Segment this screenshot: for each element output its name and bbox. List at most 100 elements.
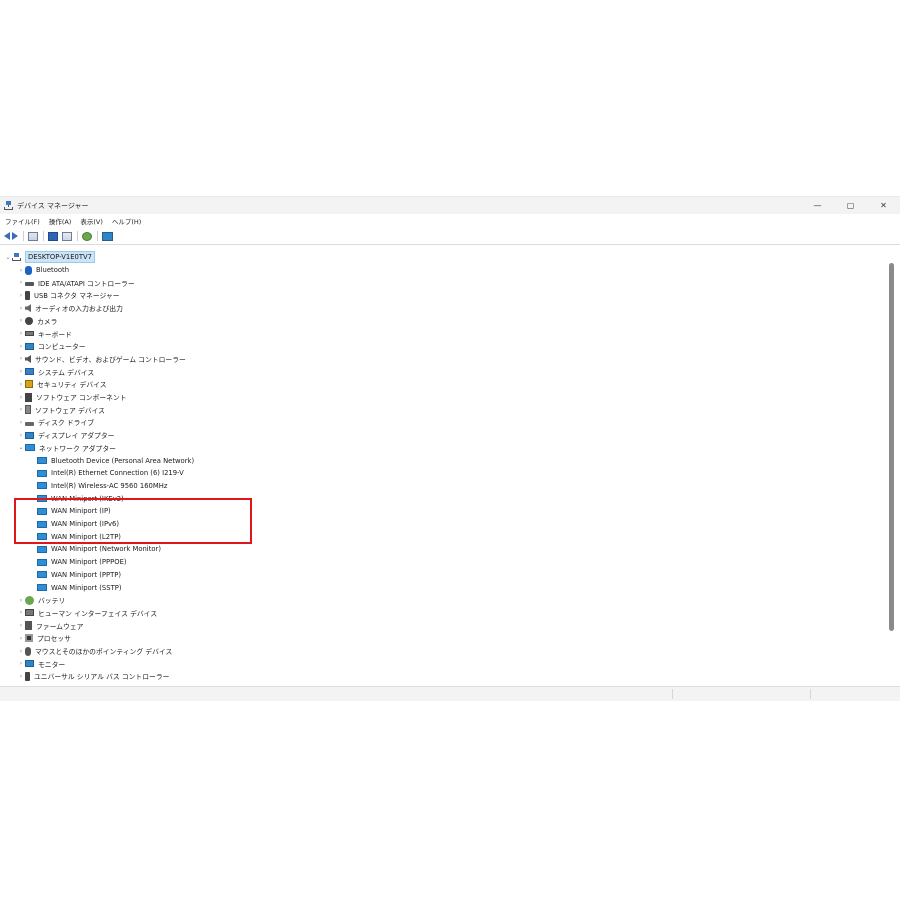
- serial-bus-icon: [25, 671, 30, 681]
- vertical-scrollbar[interactable]: [887, 251, 897, 683]
- network-adapter-icon: [37, 558, 47, 566]
- tree-device[interactable]: Intel(R) Ethernet Connection (6) I219-V: [37, 467, 184, 480]
- status-bar: [0, 686, 900, 701]
- tree-category-hid[interactable]: › ヒューマン インターフェイス デバイス: [17, 607, 157, 620]
- tree-category-computer[interactable]: › コンピューター: [17, 340, 86, 353]
- chevron-right-icon[interactable]: ›: [17, 406, 25, 413]
- chevron-right-icon[interactable]: ›: [17, 330, 25, 337]
- chevron-down-icon[interactable]: ⌄: [17, 444, 25, 451]
- chevron-right-icon[interactable]: ›: [17, 368, 25, 375]
- scrollbar-thumb[interactable]: [889, 263, 894, 631]
- ide-controller-icon: [25, 281, 34, 286]
- chevron-right-icon[interactable]: ›: [17, 279, 25, 286]
- menu-help[interactable]: ヘルプ(H): [107, 216, 145, 226]
- category-label: ソフトウェア デバイス: [35, 406, 105, 415]
- chevron-right-icon[interactable]: ›: [17, 622, 25, 629]
- scan-hardware-icon[interactable]: [82, 231, 92, 241]
- tree-device[interactable]: Bluetooth Device (Personal Area Network): [37, 454, 194, 467]
- tree-device[interactable]: WAN Miniport (PPTP): [37, 569, 121, 582]
- chevron-right-icon[interactable]: ›: [17, 343, 25, 350]
- category-label: IDE ATA/ATAPI コントローラー: [38, 279, 135, 288]
- close-button[interactable]: ✕: [867, 197, 900, 214]
- hid-icon: [25, 609, 34, 617]
- back-arrow-icon[interactable]: [4, 232, 10, 240]
- security-icon: [25, 380, 33, 389]
- title-bar: デバイス マネージャー — ▢ ✕: [0, 197, 900, 214]
- network-adapter-icon: [37, 545, 47, 553]
- tree-device[interactable]: WAN Miniport (IPv6): [37, 518, 119, 531]
- menu-view[interactable]: 表示(V): [75, 216, 107, 226]
- tree-root[interactable]: ⌄ DESKTOP-V1E0TV7: [4, 251, 95, 264]
- chevron-right-icon[interactable]: ›: [17, 355, 25, 362]
- tree-category-audio[interactable]: › オーディオの入力および出力: [17, 302, 123, 315]
- tree-category-disk[interactable]: › ディスク ドライブ: [17, 416, 94, 429]
- view-grid-icon[interactable]: [62, 231, 72, 241]
- tree-category-system[interactable]: › システム デバイス: [17, 365, 94, 378]
- tree-category-battery[interactable]: › バッテリ: [17, 594, 65, 607]
- tree-category-serial-bus[interactable]: › ユニバーサル シリアル バス コントローラー: [17, 670, 169, 683]
- tree-category-network[interactable]: ⌄ ネットワーク アダプター: [17, 442, 116, 455]
- device-label: WAN Miniport (L2TP): [51, 532, 121, 541]
- category-label: プロセッサ: [37, 635, 71, 644]
- tree-device[interactable]: WAN Miniport (Network Monitor): [37, 543, 161, 556]
- tree-category-ide[interactable]: › IDE ATA/ATAPI コントローラー: [17, 276, 135, 289]
- chevron-right-icon[interactable]: ›: [17, 432, 25, 439]
- category-label: ユニバーサル シリアル バス コントローラー: [34, 673, 170, 682]
- chevron-right-icon[interactable]: ›: [17, 609, 25, 616]
- chevron-down-icon[interactable]: ⌄: [4, 254, 12, 261]
- tree-category-processor[interactable]: › プロセッサ: [17, 632, 71, 645]
- display-adapter-icon: [25, 431, 34, 439]
- tree-category-sound[interactable]: › サウンド、ビデオ、およびゲーム コントローラー: [17, 353, 186, 366]
- tree-category-firmware[interactable]: › ファームウェア: [17, 619, 83, 632]
- network-adapter-icon: [37, 457, 47, 465]
- category-label: マウスとそのほかのポインティング デバイス: [35, 648, 173, 657]
- network-adapter-icon: [37, 520, 47, 528]
- category-label: カメラ: [37, 317, 58, 326]
- chevron-right-icon[interactable]: ›: [17, 673, 25, 680]
- window-controls: — ▢ ✕: [801, 197, 900, 214]
- tree-category-usb-connector[interactable]: › USB コネクタ マネージャー: [17, 289, 120, 302]
- tree-category-bluetooth[interactable]: › Bluetooth: [17, 264, 69, 277]
- category-label: USB コネクタ マネージャー: [34, 292, 120, 301]
- chevron-right-icon[interactable]: ›: [17, 267, 25, 274]
- help-icon[interactable]: [48, 231, 58, 241]
- chevron-right-icon[interactable]: ›: [17, 317, 25, 324]
- chevron-right-icon[interactable]: ›: [17, 635, 25, 642]
- chevron-right-icon[interactable]: ›: [17, 660, 25, 667]
- category-label: コンピューター: [38, 343, 86, 352]
- device-manager-window: デバイス マネージャー — ▢ ✕ ファイル(F) 操作(A) 表示(V) ヘル…: [0, 196, 900, 705]
- network-adapter-icon: [37, 469, 47, 477]
- tree-category-software-component[interactable]: › ソフトウェア コンポーネント: [17, 391, 127, 404]
- minimize-button[interactable]: —: [801, 197, 834, 214]
- tree-category-display[interactable]: › ディスプレイ アダプター: [17, 429, 114, 442]
- tree-category-keyboard[interactable]: › キーボード: [17, 327, 72, 340]
- chevron-right-icon[interactable]: ›: [17, 394, 25, 401]
- monitor-icon[interactable]: [102, 231, 113, 241]
- chevron-right-icon[interactable]: ›: [17, 292, 25, 299]
- tree-category-mouse[interactable]: › マウスとそのほかのポインティング デバイス: [17, 645, 172, 658]
- tree-device[interactable]: WAN Miniport (L2TP): [37, 530, 121, 543]
- chevron-right-icon[interactable]: ›: [17, 381, 25, 388]
- tree-category-camera[interactable]: › カメラ: [17, 315, 57, 328]
- chevron-right-icon[interactable]: ›: [17, 648, 25, 655]
- tree-device[interactable]: WAN Miniport (IKEv2): [37, 492, 124, 505]
- tree-root-label: DESKTOP-V1E0TV7: [25, 251, 95, 264]
- tree-device[interactable]: Intel(R) Wireless-AC 9560 160MHz: [37, 480, 167, 493]
- tree-device[interactable]: WAN Miniport (PPPOE): [37, 556, 127, 569]
- properties-grid-icon[interactable]: [28, 231, 38, 241]
- chevron-right-icon[interactable]: ›: [17, 597, 25, 604]
- network-adapter-icon: [37, 495, 47, 503]
- menu-action[interactable]: 操作(A): [44, 216, 76, 226]
- menu-file[interactable]: ファイル(F): [0, 216, 44, 226]
- chevron-right-icon[interactable]: ›: [17, 419, 25, 426]
- computer-root-icon: [12, 253, 21, 262]
- tree-device[interactable]: WAN Miniport (SSTP): [37, 581, 121, 594]
- tree-device[interactable]: WAN Miniport (IP): [37, 505, 111, 518]
- tree-category-security[interactable]: › セキュリティ デバイス: [17, 378, 107, 391]
- monitor-icon: [25, 660, 34, 668]
- tree-category-monitor[interactable]: › モニター: [17, 657, 65, 670]
- forward-arrow-icon[interactable]: [12, 232, 18, 240]
- restore-button[interactable]: ▢: [834, 197, 867, 214]
- chevron-right-icon[interactable]: ›: [17, 305, 25, 312]
- tree-category-software-device[interactable]: › ソフトウェア デバイス: [17, 403, 105, 416]
